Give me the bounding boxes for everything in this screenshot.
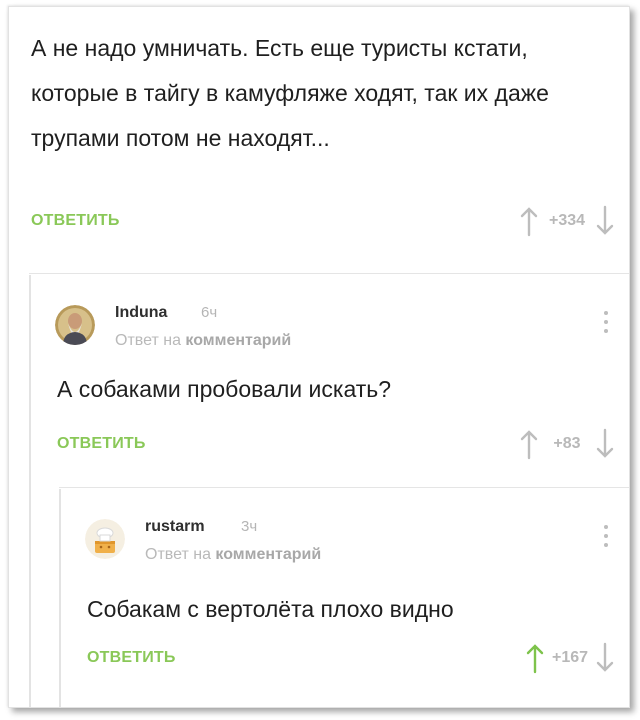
reply-button[interactable]: ОТВЕТИТЬ [87, 649, 176, 667]
reply-to-info: Ответ на комментарий [115, 332, 291, 350]
more-vertical-icon[interactable] [603, 311, 609, 337]
reply-to-prefix: Ответ на [115, 332, 181, 349]
comment-time: 3ч [241, 518, 258, 535]
reply-to-link[interactable]: комментарий [185, 332, 291, 349]
arrow-up-icon[interactable] [525, 642, 545, 674]
comment-score: +83 [553, 435, 581, 452]
comment-text: А собаками пробовали искать? [57, 376, 392, 402]
arrow-down-icon[interactable] [595, 205, 615, 237]
arrow-up-icon[interactable] [519, 205, 539, 237]
comment-text: Собакам с вертолёта плохо видно [87, 596, 454, 622]
arrow-up-icon[interactable] [519, 428, 539, 460]
avatar[interactable] [55, 305, 95, 345]
comment-time: 6ч [201, 304, 218, 321]
arrow-down-icon[interactable] [595, 428, 615, 460]
reply-to-prefix: Ответ на [145, 546, 211, 563]
vote-controls: +83 [519, 428, 615, 460]
username[interactable]: rustarm [145, 518, 205, 536]
reply-button[interactable]: ОТВЕТИТЬ [57, 435, 146, 453]
comment-reply-induna: Induna 6ч Ответ на комментарий А собакам… [9, 275, 629, 485]
more-vertical-icon[interactable] [603, 525, 609, 551]
comment-thread: А не надо умничать. Есть еще туристы кст… [8, 6, 630, 708]
arrow-down-icon[interactable] [595, 642, 615, 674]
vote-controls: +167 [525, 642, 615, 674]
comment-divider [29, 273, 629, 274]
vote-controls: +334 [519, 205, 615, 237]
comment-score: +167 [551, 649, 589, 666]
comment-reply-rustarm: rustarm 3ч Ответ на комментарий Собакам … [9, 489, 629, 707]
comment-text: А не надо умничать. Есть еще туристы кст… [31, 35, 549, 151]
comment-divider [59, 487, 629, 488]
comment-top: А не надо умничать. Есть еще туристы кст… [9, 7, 629, 272]
username[interactable]: Induna [115, 304, 167, 322]
comment-score: +334 [548, 212, 586, 229]
reply-button[interactable]: ОТВЕТИТЬ [31, 212, 120, 230]
reply-to-info: Ответ на комментарий [145, 546, 321, 564]
reply-to-link[interactable]: комментарий [215, 546, 321, 563]
avatar[interactable] [85, 519, 125, 559]
